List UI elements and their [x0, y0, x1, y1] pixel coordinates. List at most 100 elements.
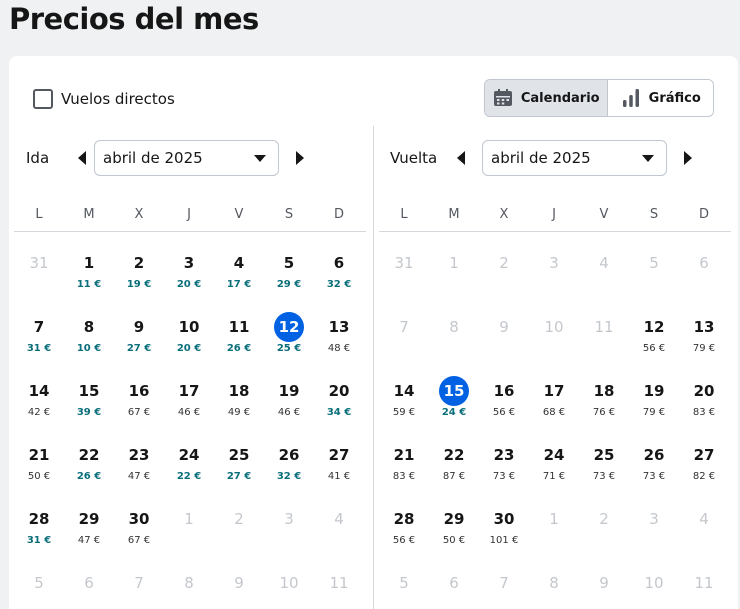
view-toggle: Calendario Gráfico [484, 79, 714, 117]
day-price: 27 € [126, 343, 152, 354]
day-price [214, 534, 264, 548]
day-cell[interactable]: 16 56 € [479, 372, 529, 436]
day-price: 41 € [327, 471, 351, 482]
day-cell[interactable]: 27 82 € [679, 436, 729, 500]
day-number: 3 [549, 254, 559, 272]
day-cell[interactable]: 29 47 € [64, 500, 114, 564]
day-cell[interactable]: 6 32 € [314, 244, 364, 308]
day-cell[interactable]: 17 46 € [164, 372, 214, 436]
day-price: 20 € [176, 279, 202, 290]
day-cell: 1 [429, 244, 479, 308]
chart-view-button[interactable]: Gráfico [608, 80, 713, 116]
weekday: M [448, 207, 460, 222]
day-number: 26 [643, 446, 665, 464]
next-month-icon[interactable] [292, 151, 306, 165]
day-price: 56 € [392, 535, 416, 546]
day-cell[interactable]: 14 59 € [379, 372, 429, 436]
day-number: 8 [449, 318, 459, 336]
day-cell[interactable]: 19 46 € [264, 372, 314, 436]
day-price: 46 € [277, 407, 301, 418]
return-month-select[interactable]: abril de 2025 [482, 140, 667, 176]
day-price: 79 € [642, 407, 666, 418]
day-number: 31 [394, 254, 414, 272]
day-cell: 10 [264, 564, 314, 609]
day-cell[interactable]: 21 50 € [14, 436, 64, 500]
prev-month-icon[interactable] [76, 151, 90, 165]
day-cell[interactable]: 25 27 € [214, 436, 264, 500]
day-cell[interactable]: 15 39 € [64, 372, 114, 436]
day-cell[interactable]: 23 73 € [479, 436, 529, 500]
day-cell[interactable]: 9 27 € [114, 308, 164, 372]
day-cell[interactable]: 14 42 € [14, 372, 64, 436]
day-cell[interactable]: 3 20 € [164, 244, 214, 308]
day-number: 24 [178, 446, 200, 464]
day-cell[interactable]: 20 83 € [679, 372, 729, 436]
day-number: 23 [128, 446, 150, 464]
day-cell[interactable]: 22 26 € [64, 436, 114, 500]
day-cell[interactable]: 25 73 € [579, 436, 629, 500]
day-cell[interactable]: 24 22 € [164, 436, 214, 500]
selected-day-cell[interactable]: 15 24 € [429, 372, 479, 436]
day-cell: 5 [14, 564, 64, 609]
outbound-month-select[interactable]: abril de 2025 [94, 140, 279, 176]
day-price [164, 598, 214, 609]
day-cell[interactable]: 21 83 € [379, 436, 429, 500]
day-number: 10 [178, 318, 200, 336]
day-number: 7 [134, 574, 144, 592]
day-cell[interactable]: 12 56 € [629, 308, 679, 372]
weekday: S [649, 207, 659, 222]
day-number: 30 [493, 510, 515, 528]
calendar-view-button[interactable]: Calendario [485, 80, 609, 116]
day-cell[interactable]: 20 34 € [314, 372, 364, 436]
day-cell[interactable]: 8 10 € [64, 308, 114, 372]
day-cell[interactable]: 19 79 € [629, 372, 679, 436]
prev-month-icon[interactable] [455, 151, 469, 165]
day-number: 5 [399, 574, 409, 592]
day-cell[interactable]: 18 49 € [214, 372, 264, 436]
day-number: 5 [283, 254, 295, 272]
day-cell[interactable]: 16 67 € [114, 372, 164, 436]
day-number: 5 [34, 574, 44, 592]
day-cell[interactable]: 17 68 € [529, 372, 579, 436]
outbound-days-grid: 31 1 11 €2 19 €3 20 €4 17 €5 29 €6 32 €7 31 €8 10… [14, 244, 366, 609]
day-cell[interactable]: 1 11 € [64, 244, 114, 308]
day-cell[interactable]: 22 87 € [429, 436, 479, 500]
day-cell: 2 [214, 500, 264, 564]
day-cell[interactable]: 26 32 € [264, 436, 314, 500]
calendar-week: 5 6 7 8 9 10 11 [379, 564, 731, 609]
day-cell[interactable]: 29 50 € [429, 500, 479, 564]
day-number: 21 [393, 446, 415, 464]
day-cell[interactable]: 7 31 € [14, 308, 64, 372]
day-cell[interactable]: 18 76 € [579, 372, 629, 436]
day-cell: 10 [629, 564, 679, 609]
day-number: 7 [499, 574, 509, 592]
selected-day-cell[interactable]: 12 25 € [264, 308, 314, 372]
day-cell[interactable]: 11 26 € [214, 308, 264, 372]
day-number: 16 [128, 382, 150, 400]
day-cell[interactable]: 30 67 € [114, 500, 164, 564]
day-cell[interactable]: 26 73 € [629, 436, 679, 500]
direct-flights-checkbox[interactable] [33, 89, 53, 109]
day-cell: 5 [379, 564, 429, 609]
next-month-icon[interactable] [680, 151, 694, 165]
day-cell[interactable]: 13 48 € [314, 308, 364, 372]
day-cell[interactable]: 5 29 € [264, 244, 314, 308]
day-price: 10 € [76, 343, 102, 354]
day-cell[interactable]: 10 20 € [164, 308, 214, 372]
day-price [479, 342, 529, 356]
day-cell[interactable]: 28 31 € [14, 500, 64, 564]
day-cell[interactable]: 23 47 € [114, 436, 164, 500]
day-cell[interactable]: 13 79 € [679, 308, 729, 372]
day-cell[interactable]: 2 19 € [114, 244, 164, 308]
day-cell[interactable]: 24 71 € [529, 436, 579, 500]
calendar-week: 5 6 7 8 9 10 11 [14, 564, 366, 609]
day-cell[interactable]: 4 17 € [214, 244, 264, 308]
direct-flights-toggle[interactable]: Vuelos directos [33, 89, 175, 109]
day-price [479, 598, 529, 609]
day-cell[interactable]: 30 101 € [479, 500, 529, 564]
day-price [529, 342, 579, 356]
day-price [379, 598, 429, 609]
day-cell[interactable]: 28 56 € [379, 500, 429, 564]
day-cell[interactable]: 27 41 € [314, 436, 364, 500]
day-cell: 3 [629, 500, 679, 564]
